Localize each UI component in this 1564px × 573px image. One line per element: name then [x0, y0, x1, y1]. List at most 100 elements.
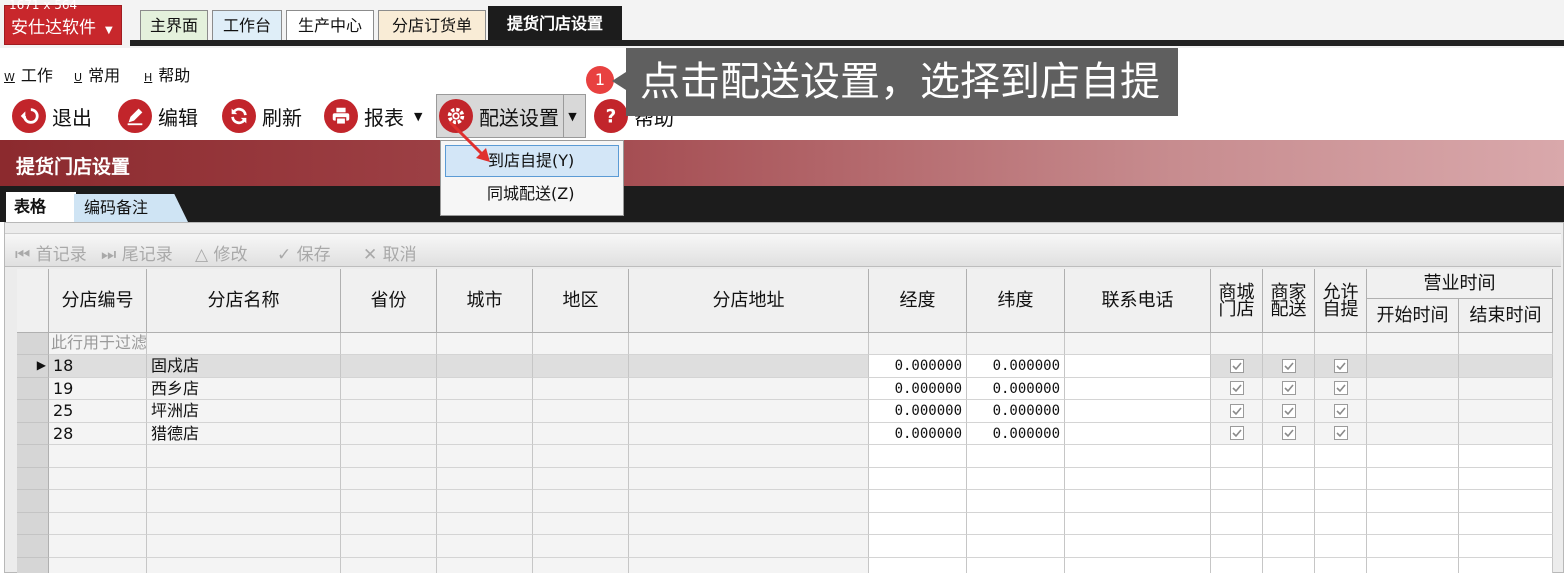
table-cell-end-time[interactable]	[1459, 512, 1553, 535]
table-cell-end-time[interactable]	[1459, 400, 1553, 423]
table-cell-province[interactable]	[341, 557, 437, 573]
filter-cell[interactable]	[1367, 333, 1459, 355]
column-header-address[interactable]: 分店地址	[629, 269, 869, 333]
column-header-start-time[interactable]: 开始时间	[1367, 299, 1459, 333]
exit-button[interactable]: 退出	[12, 98, 92, 134]
table-cell-province[interactable]	[341, 422, 437, 445]
table-cell-district[interactable]	[533, 557, 629, 573]
column-header-code[interactable]: 分店编号	[49, 269, 147, 333]
table-cell-name[interactable]: 西乡店	[147, 377, 341, 400]
filter-cell[interactable]	[967, 333, 1065, 355]
table-cell-longitude[interactable]: 0.000000	[869, 377, 967, 400]
table-cell-name[interactable]	[147, 467, 341, 490]
checkbox[interactable]	[1281, 403, 1296, 418]
column-header-phone[interactable]: 联系电话	[1065, 269, 1211, 333]
table-cell-district[interactable]	[533, 490, 629, 513]
table-cell-city[interactable]	[437, 512, 533, 535]
report-button[interactable]: 报表 ▼	[324, 98, 422, 134]
table-cell-address[interactable]	[629, 400, 869, 423]
save-button[interactable]: ✓ 保存	[277, 240, 331, 265]
table-cell-merchant-delivery[interactable]	[1263, 400, 1315, 423]
table-cell-name[interactable]	[147, 512, 341, 535]
table-cell-latitude[interactable]: 0.000000	[967, 377, 1065, 400]
table-cell-phone[interactable]	[1065, 355, 1211, 378]
column-header-city[interactable]: 城市	[437, 269, 533, 333]
checkbox[interactable]	[1333, 381, 1348, 396]
table-cell-longitude[interactable]	[869, 490, 967, 513]
checkbox[interactable]	[1281, 426, 1296, 441]
table-cell-mall-store[interactable]	[1211, 490, 1263, 513]
table-cell-mall-store[interactable]	[1211, 377, 1263, 400]
checkbox[interactable]	[1333, 403, 1348, 418]
table-cell-code[interactable]: 19	[49, 377, 147, 400]
table-cell-allow-pickup[interactable]	[1315, 512, 1367, 535]
table-cell-province[interactable]	[341, 377, 437, 400]
last-record-button[interactable]: ⏭ 尾记录	[101, 240, 173, 265]
table-cell-district[interactable]	[533, 467, 629, 490]
modify-button[interactable]: △ 修改	[195, 240, 247, 265]
table-cell-city[interactable]	[437, 377, 533, 400]
table-cell-end-time[interactable]	[1459, 557, 1553, 573]
table-cell-city[interactable]	[437, 490, 533, 513]
table-cell-code[interactable]	[49, 535, 147, 558]
table-cell-city[interactable]	[437, 467, 533, 490]
table-cell-address[interactable]	[629, 445, 869, 468]
row-selector[interactable]	[17, 422, 49, 445]
table-cell-city[interactable]	[437, 422, 533, 445]
column-header-longitude[interactable]: 经度	[869, 269, 967, 333]
table-cell-end-time[interactable]	[1459, 535, 1553, 558]
filter-cell[interactable]	[1263, 333, 1315, 355]
row-selector[interactable]	[17, 490, 49, 513]
table-cell-name[interactable]	[147, 557, 341, 573]
table-cell-longitude[interactable]: 0.000000	[869, 400, 967, 423]
table-cell-latitude[interactable]	[967, 535, 1065, 558]
table-cell-phone[interactable]	[1065, 535, 1211, 558]
table-cell-longitude[interactable]	[869, 445, 967, 468]
table-cell-start-time[interactable]	[1367, 557, 1459, 573]
table-cell-merchant-delivery[interactable]	[1263, 535, 1315, 558]
table-cell-address[interactable]	[629, 467, 869, 490]
table-cell-province[interactable]	[341, 445, 437, 468]
table-cell-start-time[interactable]	[1367, 445, 1459, 468]
table-cell-merchant-delivery[interactable]	[1263, 422, 1315, 445]
checkbox[interactable]	[1333, 358, 1348, 373]
delivery-dropdown-icon[interactable]: ▼	[563, 95, 581, 137]
table-cell-allow-pickup[interactable]	[1315, 535, 1367, 558]
table-cell-start-time[interactable]	[1367, 400, 1459, 423]
checkbox[interactable]	[1229, 426, 1244, 441]
table-cell-address[interactable]	[629, 377, 869, 400]
filter-cell[interactable]	[147, 333, 341, 355]
table-cell-code[interactable]	[49, 467, 147, 490]
report-dropdown-icon[interactable]: ▼	[414, 110, 422, 123]
table-cell-code[interactable]	[49, 557, 147, 573]
table-cell-merchant-delivery[interactable]	[1263, 557, 1315, 573]
tab-table[interactable]: 表格	[6, 192, 76, 222]
table-cell-district[interactable]	[533, 422, 629, 445]
table-cell-end-time[interactable]	[1459, 445, 1553, 468]
table-cell-merchant-delivery[interactable]	[1263, 355, 1315, 378]
checkbox[interactable]	[1229, 358, 1244, 373]
table-cell-latitude[interactable]	[967, 557, 1065, 573]
table-cell-name[interactable]	[147, 445, 341, 468]
table-cell-latitude[interactable]	[967, 445, 1065, 468]
table-cell-merchant-delivery[interactable]	[1263, 467, 1315, 490]
table-cell-district[interactable]	[533, 445, 629, 468]
checkbox[interactable]	[1281, 381, 1296, 396]
table-cell-allow-pickup[interactable]	[1315, 422, 1367, 445]
table-cell-latitude[interactable]: 0.000000	[967, 400, 1065, 423]
table-cell-allow-pickup[interactable]	[1315, 400, 1367, 423]
table-cell-longitude[interactable]	[869, 467, 967, 490]
menu-work[interactable]: W 工作	[4, 62, 53, 86]
table-cell-name[interactable]: 坪洲店	[147, 400, 341, 423]
table-cell-phone[interactable]	[1065, 422, 1211, 445]
column-header-latitude[interactable]: 纬度	[967, 269, 1065, 333]
table-cell-city[interactable]	[437, 400, 533, 423]
table-cell-address[interactable]	[629, 512, 869, 535]
filter-cell[interactable]	[533, 333, 629, 355]
table-cell-start-time[interactable]	[1367, 535, 1459, 558]
column-header-province[interactable]: 省份	[341, 269, 437, 333]
table-cell-latitude[interactable]	[967, 467, 1065, 490]
table-cell-name[interactable]: 固戍店	[147, 355, 341, 378]
table-cell-phone[interactable]	[1065, 445, 1211, 468]
tab-code-notes[interactable]: 编码备注	[74, 194, 188, 222]
